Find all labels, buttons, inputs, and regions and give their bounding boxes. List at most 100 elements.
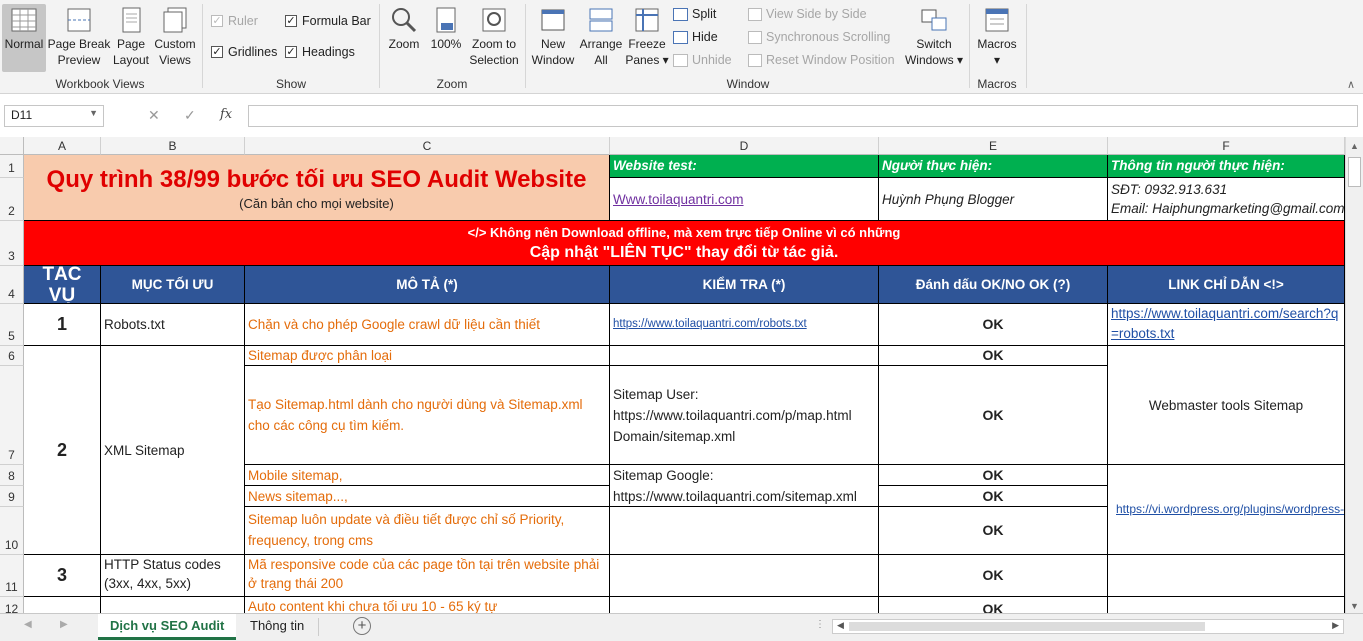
desc-robots[interactable]: Chặn và cho phép Google crawl dữ liệu cầ… [245, 304, 610, 346]
header-link[interactable]: LINK CHỈ DẪN <!> [1108, 266, 1345, 304]
performer-info-label[interactable]: Thông tin người thực hiện: [1108, 155, 1345, 178]
check-sitemap-user[interactable]: Sitemap User: https://www.toilaquantri.c… [610, 366, 879, 465]
page-break-preview-button[interactable]: Page Break Preview [48, 4, 110, 68]
check-robots[interactable]: https://www.toilaquantri.com/robots.txt [610, 304, 879, 346]
column-header-b[interactable]: B [101, 137, 245, 155]
desc-mobile-sitemap[interactable]: Mobile sitemap, [245, 465, 610, 486]
task-number-2[interactable]: 2 [24, 346, 101, 555]
check-row-12[interactable] [610, 597, 879, 613]
name-box[interactable]: D11 ▼ [4, 105, 104, 127]
split-button[interactable]: Split [673, 7, 716, 21]
insert-function-icon[interactable]: fx [220, 107, 232, 122]
check-sitemap-xml[interactable]: https://www.toilaquantri.com/sitemap.xml [610, 486, 879, 507]
mark-row-12[interactable]: OK [879, 597, 1108, 613]
check-sitemap-google[interactable]: Sitemap Google: [610, 465, 879, 486]
enter-icon[interactable]: ✓ [184, 107, 196, 124]
custom-views-button[interactable]: Custom Views [153, 4, 197, 68]
tab-info[interactable]: Thông tin [238, 614, 316, 640]
mark-row-6[interactable]: OK [879, 346, 1108, 366]
vertical-scroll-thumb[interactable] [1348, 157, 1361, 187]
column-header-f[interactable]: F [1108, 137, 1345, 155]
header-item[interactable]: MỤC TỐI ƯU [101, 266, 245, 304]
column-header-e[interactable]: E [879, 137, 1108, 155]
formula-bar-checkbox[interactable]: ✓ Formula Bar [285, 14, 371, 28]
gridlines-checkbox[interactable]: ✓ Gridlines [211, 45, 277, 59]
scroll-up-icon[interactable]: ▲ [1346, 137, 1363, 155]
header-task[interactable]: TÁC VỤ [24, 266, 101, 304]
task-number-1[interactable]: 1 [24, 304, 101, 346]
website-test-value[interactable]: Www.toilaquantri.com [610, 178, 879, 221]
zoom-to-selection-button[interactable]: Zoom to Selection [468, 4, 520, 68]
desc-http-status[interactable]: Mã responsive code của các page tồn tại … [245, 555, 610, 597]
desc-sitemap-category[interactable]: Sitemap được phân loại [245, 346, 610, 366]
link-row-12[interactable] [1108, 597, 1345, 613]
row-header-5[interactable]: 5 [0, 304, 24, 346]
check-row-10[interactable] [610, 507, 879, 555]
task-number-3[interactable]: 3 [24, 555, 101, 597]
select-all-corner[interactable] [0, 137, 24, 155]
row-header-4[interactable]: 4 [0, 266, 24, 304]
scroll-right-icon[interactable]: ▶ [1332, 620, 1339, 631]
performer-info-value[interactable]: SĐT: 0932.913.631 Email: Haiphungmarketi… [1108, 178, 1345, 221]
row-header-8[interactable]: 8 [0, 465, 24, 486]
view-side-by-side-button[interactable]: View Side by Side [748, 7, 867, 21]
hide-button[interactable]: Hide [673, 30, 718, 44]
task-cell-12[interactable] [24, 597, 101, 613]
row-header-1[interactable]: 1 [0, 155, 24, 178]
macros-button[interactable]: Macros ▾ [975, 4, 1019, 68]
item-http-status[interactable]: HTTP Status codes (3xx, 4xx, 5xx) [101, 555, 245, 597]
robots-link[interactable]: https://www.toilaquantri.com/robots.txt [613, 314, 807, 335]
formula-input[interactable] [248, 105, 1358, 127]
horizontal-scrollbar[interactable]: ◀ ▶ [832, 619, 1344, 634]
arrange-all-button[interactable]: Arrange All [578, 4, 624, 68]
unhide-button[interactable]: Unhide [673, 53, 732, 67]
tab-scroll-right-icon[interactable]: ▶ [60, 619, 68, 630]
dropdown-arrow-icon[interactable]: ▼ [89, 108, 98, 118]
horizontal-scroll-thumb[interactable] [849, 622, 1205, 631]
row-header-2[interactable]: 2 [0, 178, 24, 221]
check-row-6[interactable] [610, 346, 879, 366]
mark-robots[interactable]: OK [879, 304, 1108, 346]
mark-row-9[interactable]: OK [879, 486, 1108, 507]
synchronous-scrolling-button[interactable]: Synchronous Scrolling [748, 30, 890, 44]
vertical-scrollbar[interactable]: ▲ ▼ [1345, 137, 1363, 613]
page-layout-button[interactable]: Page Layout [112, 4, 150, 68]
title-cell[interactable]: Quy trình 38/99 bước tối ưu SEO Audit We… [24, 155, 610, 221]
wordpress-seo-link[interactable]: https://vi.wordpress.org/plugins/wordpre… [1116, 499, 1344, 520]
reset-window-position-button[interactable]: Reset Window Position [748, 53, 895, 67]
switch-windows-button[interactable]: Switch Windows ▾ [904, 4, 964, 68]
desc-sitemap-update[interactable]: Sitemap luôn update và điều tiết được ch… [245, 507, 610, 555]
item-xml-sitemap[interactable]: XML Sitemap [101, 346, 245, 555]
cancel-icon[interactable]: ✕ [148, 107, 160, 124]
freeze-panes-button[interactable]: Freeze Panes ▾ [625, 4, 669, 68]
row-header-12[interactable]: 12 [0, 597, 24, 613]
link-row-8-10[interactable]: https://vi.wordpress.org/plugins/wordpre… [1108, 465, 1345, 555]
performer-label[interactable]: Người thực hiện: [879, 155, 1108, 178]
notice-banner[interactable]: </> Không nên Download offline, mà xem t… [24, 221, 1345, 266]
collapse-ribbon-icon[interactable]: ∧ [1347, 78, 1355, 91]
mark-row-11[interactable]: OK [879, 555, 1108, 597]
headings-checkbox[interactable]: ✓ Headings [285, 45, 355, 59]
website-test-label[interactable]: Website test: [610, 155, 879, 178]
row-header-3[interactable]: 3 [0, 221, 24, 266]
mark-row-10[interactable]: OK [879, 507, 1108, 555]
item-robots[interactable]: Robots.txt [101, 304, 245, 346]
row-header-10[interactable]: 10 [0, 507, 24, 555]
header-description[interactable]: MÔ TẢ (*) [245, 266, 610, 304]
row-header-6[interactable]: 6 [0, 346, 24, 366]
row-header-9[interactable]: 9 [0, 486, 24, 507]
link-row-6-7[interactable]: Webmaster tools Sitemap [1108, 346, 1345, 465]
normal-view-button[interactable]: Normal [2, 4, 46, 72]
new-sheet-icon[interactable]: + [353, 617, 371, 635]
desc-news-sitemap[interactable]: News sitemap..., [245, 486, 610, 507]
zoom-100-button[interactable]: 100% [428, 4, 464, 52]
header-check[interactable]: KIỂM TRA (*) [610, 266, 879, 304]
item-cell-12[interactable] [101, 597, 245, 613]
zoom-button[interactable]: Zoom [384, 4, 424, 52]
ruler-checkbox[interactable]: ✓ Ruler [211, 14, 258, 28]
column-header-d[interactable]: D [610, 137, 879, 155]
header-mark[interactable]: Đánh dấu OK/NO OK (?) [879, 266, 1108, 304]
performer-value[interactable]: Huỳnh Phụng Blogger [879, 178, 1108, 221]
column-header-a[interactable]: A [24, 137, 101, 155]
link-row-11[interactable] [1108, 555, 1345, 597]
